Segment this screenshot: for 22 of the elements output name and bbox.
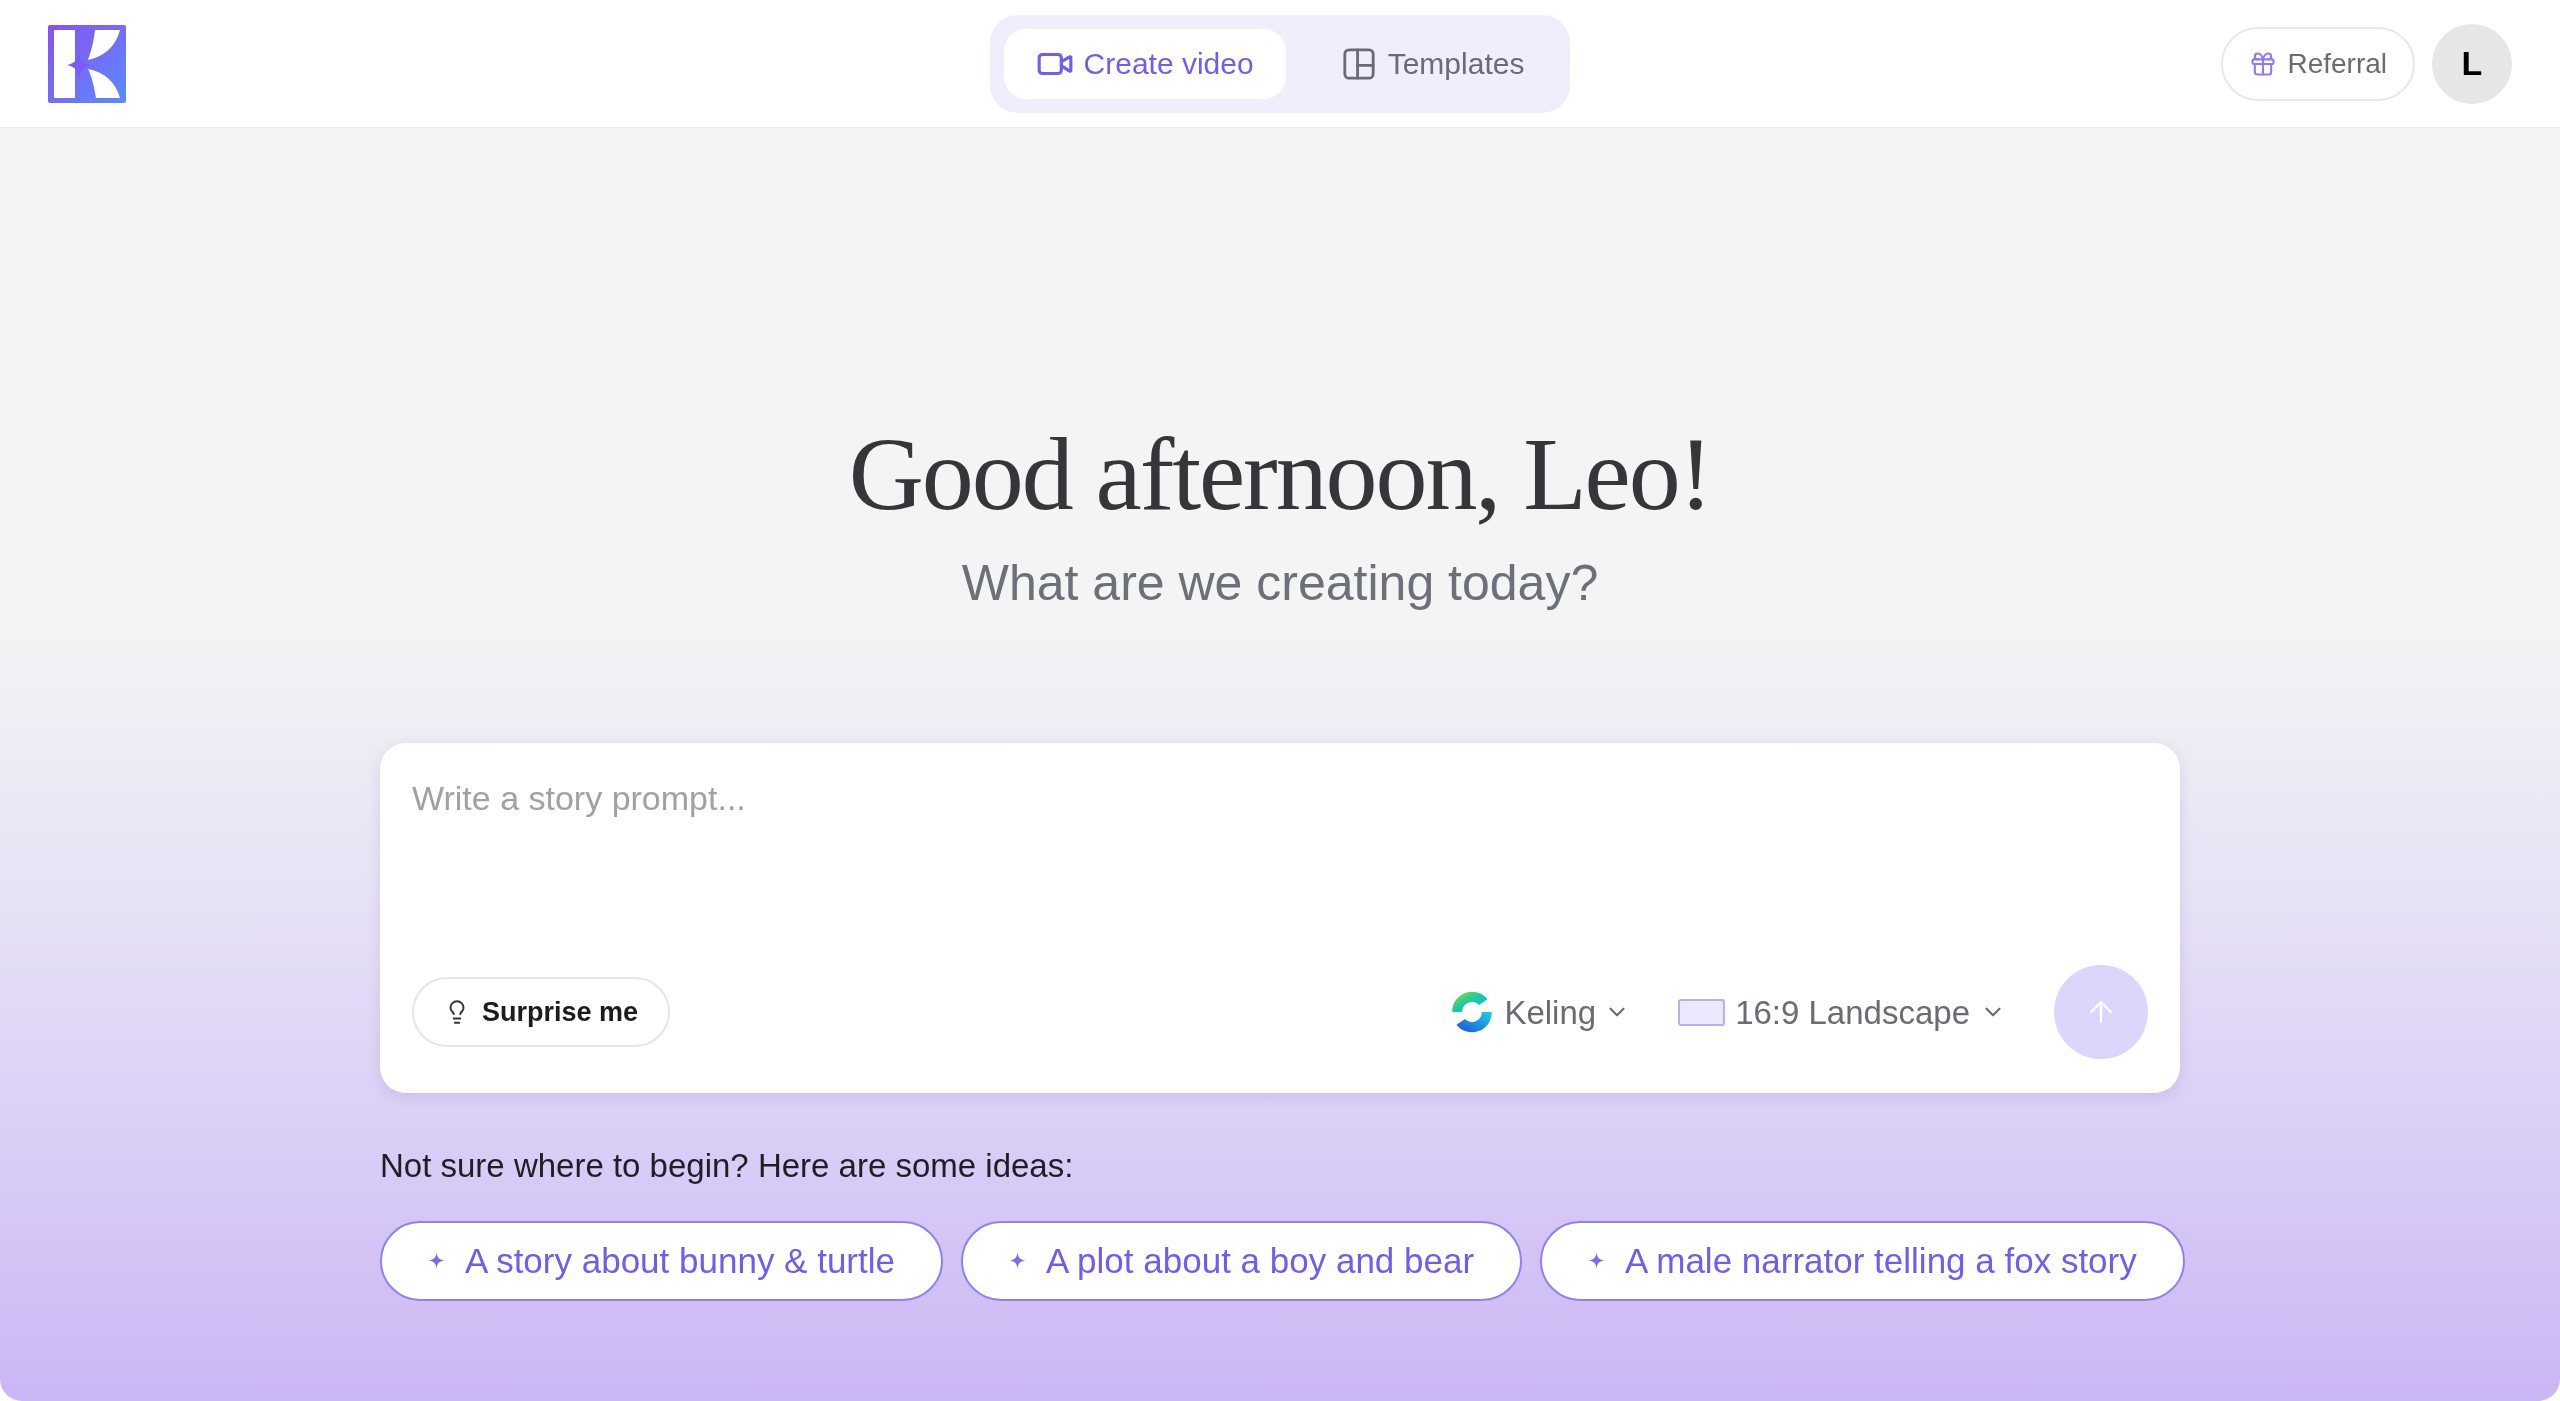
model-dropdown[interactable]: Keling <box>1448 987 1631 1038</box>
greeting-title: Good afternoon, Leo! <box>848 417 1712 532</box>
sparkle-icon <box>1588 1252 1606 1270</box>
prompt-input-box[interactable]: Write a story prompt... Surprise me Keling 16:9 Landscape <box>380 743 2180 1094</box>
ideas-label: Not sure where to begin? Here are some ideas: <box>380 1146 1075 1186</box>
greeting-subtitle: What are we creating today? <box>961 554 1599 614</box>
nav-tab[interactable]: Create video <box>1003 28 1286 99</box>
story-prompt-field[interactable]: Write a story prompt... <box>412 775 2148 966</box>
nav-tab[interactable]: Templates <box>1309 28 1557 99</box>
referral-button[interactable]: Referral <box>2221 26 2415 101</box>
app-logo[interactable] <box>48 24 126 103</box>
user-avatar[interactable]: L <box>2432 23 2512 104</box>
idea-chip[interactable]: A story about bunny & turtle <box>380 1221 943 1301</box>
surprise-me-button[interactable]: Surprise me <box>412 977 671 1048</box>
gift-icon <box>2249 49 2278 78</box>
aspect-ratio-swatch-icon <box>1678 998 1726 1026</box>
sparkle-icon <box>1009 1252 1026 1270</box>
sparkle-icon <box>428 1252 445 1270</box>
idea-chip[interactable]: A plot about a boy and bear <box>961 1221 1523 1301</box>
layout-panels-icon <box>1341 46 1376 81</box>
aspect-ratio-dropdown[interactable]: 16:9 Landscape <box>1678 987 2006 1038</box>
idea-chip[interactable]: A male narrator telling a fox story <box>1540 1221 2185 1301</box>
